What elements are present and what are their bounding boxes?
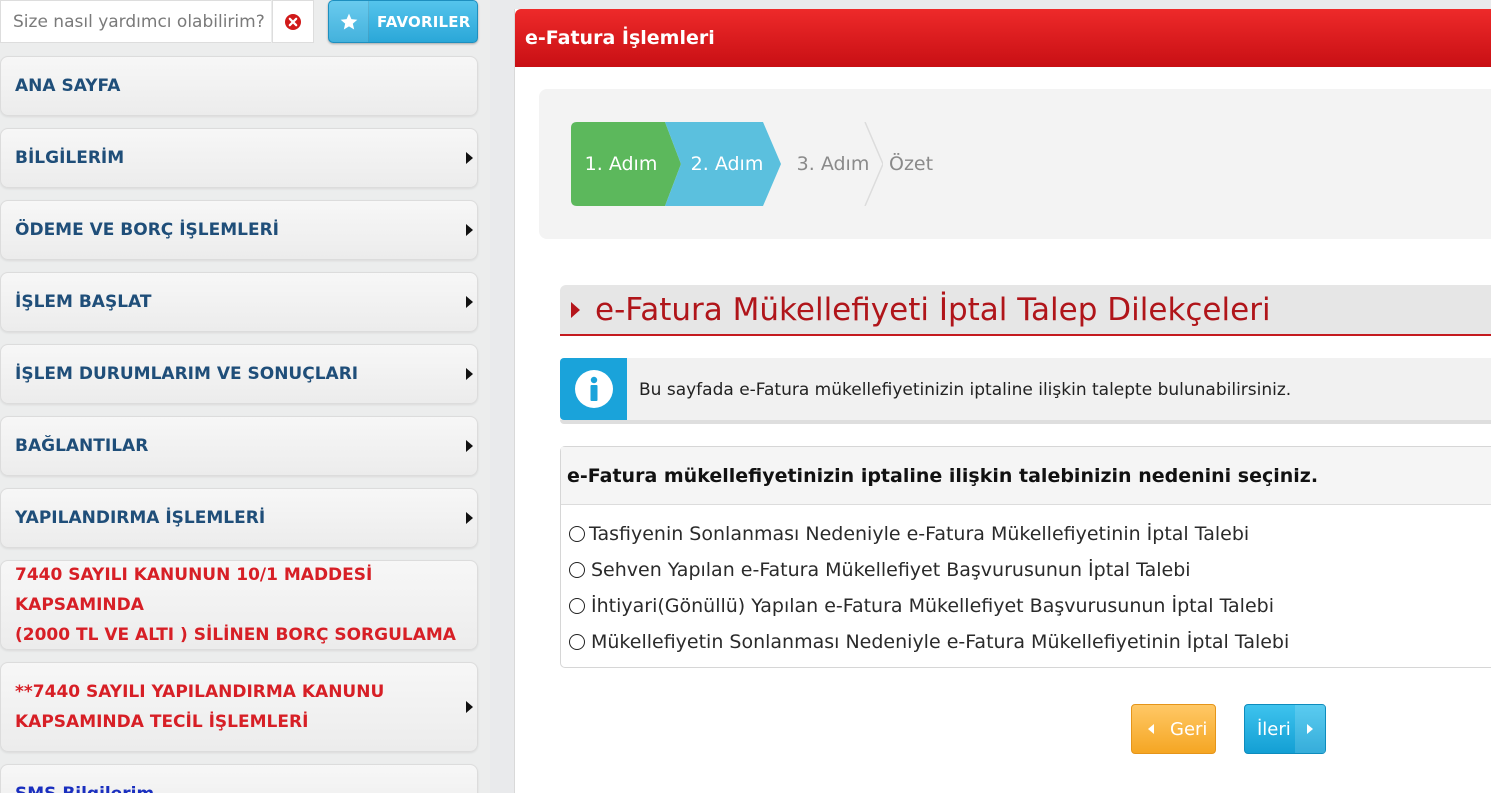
radio-button[interactable] bbox=[569, 562, 585, 578]
sidebar-item-label-line: 7440 SAYILI KANUNUN 10/1 MADDESİ KAPSAMI… bbox=[15, 565, 373, 615]
sidebar: FAVORILER ANA SAYFA BİLGİLERİM ÖDEME VE … bbox=[0, 0, 490, 793]
sidebar-item-deferral[interactable]: **7440 SAYILI YAPILANDIRMA KANUNU KAPSAM… bbox=[0, 662, 478, 752]
sidebar-item-process-status[interactable]: İŞLEM DURUMLARIM VE SONUÇLARI bbox=[0, 344, 478, 404]
next-label: İleri bbox=[1257, 718, 1291, 740]
step-3: 3. Adım bbox=[771, 122, 883, 206]
sidebar-item-label: 7440 SAYILI KANUNUN 10/1 MADDESİ KAPSAMI… bbox=[15, 560, 477, 650]
sidebar-item-label: **7440 SAYILI YAPILANDIRMA KANUNU KAPSAM… bbox=[15, 677, 384, 737]
step-2: 2. Adım bbox=[665, 122, 781, 206]
caret-right-icon bbox=[571, 301, 580, 318]
info-text: Bu sayfada e-Fatura mükellefiyetinizin i… bbox=[639, 380, 1292, 400]
caret-right-icon bbox=[466, 368, 473, 380]
sidebar-item-sms-info[interactable]: SMS Bilgilerim bbox=[0, 764, 478, 793]
sidebar-item-my-info[interactable]: BİLGİLERİM bbox=[0, 128, 478, 188]
sidebar-item-label: İŞLEM DURUMLARIM VE SONUÇLARI bbox=[15, 364, 359, 384]
sidebar-item-label: SMS Bilgilerim bbox=[15, 779, 154, 793]
radio-button[interactable] bbox=[569, 598, 585, 614]
back-label: Geri bbox=[1170, 718, 1208, 740]
sidebar-item-restructuring[interactable]: YAPILANDIRMA İŞLEMLERİ bbox=[0, 488, 478, 548]
sidebar-item-home[interactable]: ANA SAYFA bbox=[0, 56, 478, 116]
section-title: e-Fatura Mükellefiyeti İptal Talep Dilek… bbox=[560, 285, 1491, 336]
page-title: e-Fatura İşlemleri bbox=[525, 27, 715, 49]
back-button[interactable]: Geri bbox=[1131, 704, 1216, 754]
info-icon bbox=[560, 358, 627, 420]
sidebar-item-deleted-debt-query[interactable]: 7440 SAYILI KANUNUN 10/1 MADDESİ KAPSAMI… bbox=[0, 560, 478, 650]
step-label: 2. Adım bbox=[690, 153, 764, 175]
option-label: Sehven Yapılan e-Fatura Mükellefiyet Baş… bbox=[591, 559, 1191, 581]
sidebar-item-label: YAPILANDIRMA İŞLEMLERİ bbox=[15, 508, 266, 528]
sidebar-item-label-line: (2000 TL VE ALTI ) SİLİNEN BORÇ SORGULAM… bbox=[15, 625, 456, 645]
chevron-right-icon bbox=[1295, 705, 1325, 753]
chevron-left-icon bbox=[1148, 724, 1154, 734]
reason-question: e-Fatura mükellefiyetinizin iptaline ili… bbox=[567, 464, 1319, 487]
clear-search-button[interactable] bbox=[272, 0, 314, 43]
next-button[interactable]: İleri bbox=[1244, 704, 1326, 754]
option-label: İhtiyari(Gönüllü) Yapılan e-Fatura Mükel… bbox=[591, 595, 1274, 617]
option-label: Mükellefiyetin Sonlanması Nedeniyle e-Fa… bbox=[591, 631, 1290, 653]
sidebar-item-label: ÖDEME VE BORÇ İŞLEMLERİ bbox=[15, 220, 279, 240]
wizard-steps: 1. Adım 2. Adım 3. Adım Özet bbox=[539, 89, 1491, 239]
sidebar-item-start-process[interactable]: İŞLEM BAŞLAT bbox=[0, 272, 478, 332]
sidebar-item-payment-debt[interactable]: ÖDEME VE BORÇ İŞLEMLERİ bbox=[0, 200, 478, 260]
sidebar-item-label: BİLGİLERİM bbox=[15, 148, 125, 168]
caret-right-icon bbox=[466, 701, 473, 713]
panel-header: e-Fatura İşlemleri bbox=[515, 9, 1491, 67]
caret-right-icon bbox=[466, 440, 473, 452]
info-box: Bu sayfada e-Fatura mükellefiyetinizin i… bbox=[560, 358, 1491, 424]
radio-button[interactable] bbox=[569, 526, 585, 542]
sidebar-item-label-line: **7440 SAYILI YAPILANDIRMA KANUNU bbox=[15, 682, 385, 702]
step-summary: Özet bbox=[883, 122, 963, 206]
sidebar-item-label-line: KAPSAMINDA TECİL İŞLEMLERİ bbox=[15, 712, 309, 732]
sidebar-item-label: BAĞLANTILAR bbox=[15, 436, 149, 456]
caret-right-icon bbox=[466, 296, 473, 308]
radio-button[interactable] bbox=[569, 634, 585, 650]
sidebar-item-links[interactable]: BAĞLANTILAR bbox=[0, 416, 478, 476]
sidebar-item-label: İŞLEM BAŞLAT bbox=[15, 292, 152, 312]
favorites-label: FAVORILER bbox=[377, 12, 471, 31]
search-bar: FAVORILER bbox=[0, 0, 490, 46]
caret-right-icon bbox=[466, 152, 473, 164]
step-label: Özet bbox=[889, 153, 934, 175]
favorites-button[interactable]: FAVORILER bbox=[328, 0, 478, 43]
reason-option-mistaken[interactable]: Sehven Yapılan e-Fatura Mükellefiyet Baş… bbox=[569, 555, 1191, 585]
close-circle-icon bbox=[285, 13, 301, 30]
reason-option-obligation-ended[interactable]: Mükellefiyetin Sonlanması Nedeniyle e-Fa… bbox=[569, 627, 1289, 657]
option-label: Tasfiyenin Sonlanması Nedeniyle e-Fatura… bbox=[589, 523, 1250, 545]
reason-option-liquidation[interactable]: Tasfiyenin Sonlanması Nedeniyle e-Fatura… bbox=[569, 519, 1249, 549]
section-title-text: e-Fatura Mükellefiyeti İptal Talep Dilek… bbox=[595, 291, 1271, 328]
search-input[interactable] bbox=[0, 0, 271, 43]
main-panel: e-Fatura İşlemleri 1. Adım 2. Adım 3. Ad… bbox=[514, 9, 1491, 793]
step-label: 3. Adım bbox=[796, 153, 870, 175]
reason-option-voluntary[interactable]: İhtiyari(Gönüllü) Yapılan e-Fatura Mükel… bbox=[569, 591, 1274, 621]
sidebar-item-label: ANA SAYFA bbox=[15, 76, 121, 96]
reason-form: e-Fatura mükellefiyetinizin iptaline ili… bbox=[560, 446, 1491, 668]
caret-right-icon bbox=[466, 512, 473, 524]
star-icon bbox=[329, 1, 369, 42]
reason-question-header: e-Fatura mükellefiyetinizin iptaline ili… bbox=[561, 447, 1491, 505]
caret-right-icon bbox=[466, 224, 473, 236]
